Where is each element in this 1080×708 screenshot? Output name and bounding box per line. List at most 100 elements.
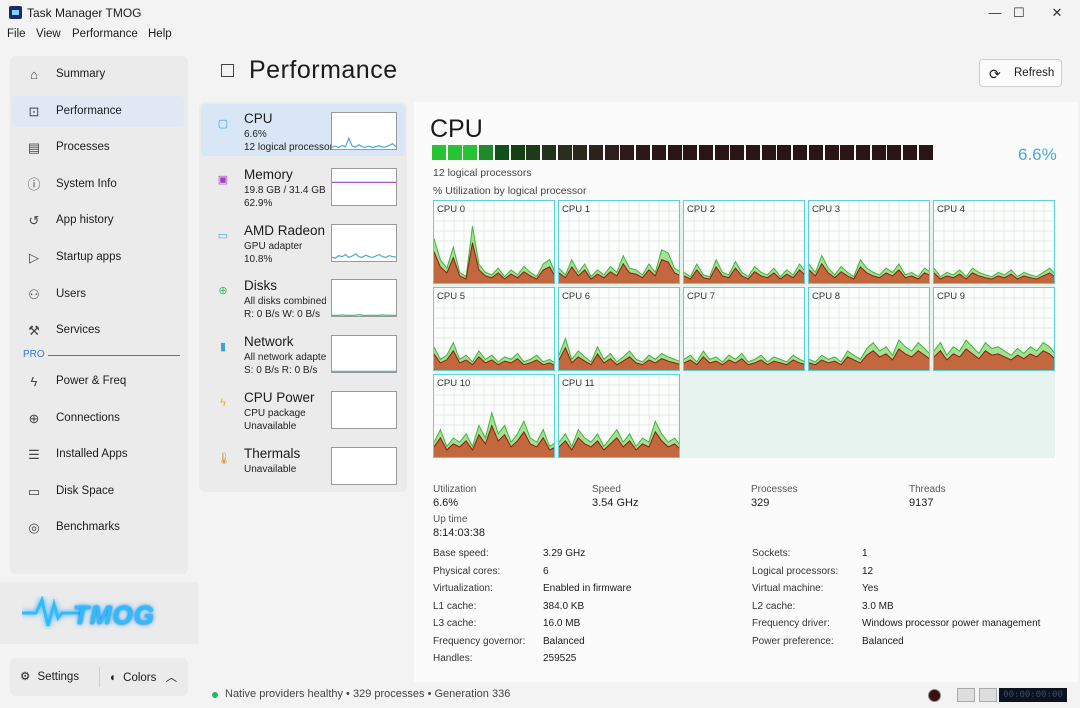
- spec-label: Virtual machine:: [752, 583, 824, 594]
- logical-processors-label: 12 logical processors: [433, 167, 532, 179]
- usage-segment: [824, 145, 839, 160]
- gpu-icon: ▭: [217, 229, 229, 242]
- sidebar-item-benchmarks[interactable]: ◎ Benchmarks: [12, 512, 184, 543]
- resource-name: Network: [244, 334, 294, 350]
- spec-label: Physical cores:: [433, 565, 501, 577]
- settings-button[interactable]: ⚙ Settings: [20, 669, 79, 683]
- sidebar-item-label: Connections: [56, 411, 120, 424]
- resource-detail: GPU adapter: [244, 240, 303, 252]
- sidebar-item-label: Power & Freq: [56, 375, 127, 387]
- window-title: Task Manager TMOG: [27, 6, 142, 20]
- core-label: CPU 4: [937, 204, 965, 215]
- home-icon: ⌂: [30, 67, 38, 82]
- resource-sparkline: [331, 112, 397, 150]
- spec-label: L3 cache:: [433, 618, 477, 629]
- sidebar-item-performance[interactable]: ⊡ Performance: [12, 95, 184, 127]
- sidebar-item-power-freq[interactable]: ϟ Power & Freq: [12, 366, 184, 397]
- sidebar-item-users[interactable]: ⚇ Users: [12, 279, 184, 310]
- resource-item-memory[interactable]: ▣ Memory 19.8 GB / 31.4 GB 62.9%: [201, 160, 405, 212]
- thermometer-icon: 🌡: [217, 452, 231, 465]
- sidebar-item-services[interactable]: ⚒ Services: [12, 315, 184, 346]
- sidebar-item-processes[interactable]: ▤ Processes: [12, 132, 184, 163]
- sparkline-graph: [331, 136, 397, 149]
- stat-label: Processes: [751, 484, 798, 495]
- resource-detail: 19.8 GB / 31.4 GB: [244, 184, 326, 196]
- logo-text: TMOG: [73, 600, 155, 630]
- menu-file[interactable]: File: [7, 28, 26, 40]
- resource-value: 10.8%: [244, 253, 273, 265]
- usage-segment: [604, 145, 619, 160]
- usage-segment: [918, 145, 933, 160]
- resource-name: CPU Power: [244, 390, 315, 405]
- spec-value: 12: [862, 565, 874, 577]
- cpu-core-graph: CPU 0: [433, 200, 555, 284]
- cpu-core-graph: CPU 1: [558, 200, 680, 284]
- sidebar-item-connections[interactable]: ⊕ Connections: [12, 403, 184, 434]
- resource-item-cpu[interactable]: ▢ CPU 6.6% 12 logical processors: [201, 104, 405, 156]
- sidebar-item-label: Installed Apps: [56, 448, 128, 461]
- usage-segment: [730, 145, 745, 160]
- sidebar-item-installed-apps[interactable]: ☰ Installed Apps: [12, 439, 184, 470]
- sidebar-item-startup-apps[interactable]: ▷ Startup apps: [12, 242, 184, 273]
- resource-item-thermals[interactable]: 🌡 Thermals Unavailable: [201, 439, 405, 491]
- spec-label: Sockets:: [752, 548, 791, 559]
- resource-value: 62.9%: [244, 197, 273, 209]
- usage-segment: [651, 145, 666, 160]
- spec-label: Handles:: [433, 653, 473, 664]
- sidebar-item-system-info[interactable]: ⓘ System Info: [12, 169, 184, 200]
- history-icon: ↺: [28, 213, 40, 229]
- page-title: Performance: [249, 56, 398, 84]
- close-button[interactable]: ✕: [1034, 0, 1080, 26]
- stat-label: Threads: [909, 484, 946, 495]
- sidebar-item-label: Summary: [56, 68, 106, 80]
- stop-button[interactable]: [957, 688, 975, 702]
- timer-display: 00:00:00:00: [999, 688, 1067, 702]
- power-icon: ϟ: [30, 374, 38, 389]
- app-icon: [9, 6, 22, 19]
- sidebar-item-label: Disk Space: [56, 484, 115, 497]
- usage-segment: [714, 145, 729, 160]
- refresh-button[interactable]: ⟳ Refresh: [979, 59, 1062, 87]
- cpu-core-graph: CPU 7: [683, 287, 805, 371]
- spec-label: Frequency driver:: [752, 618, 830, 629]
- sparkline-graph: [332, 181, 396, 183]
- resource-value: S: 0 B/s R: 0 B/s: [244, 365, 318, 377]
- sidebar-item-app-history[interactable]: ↺ App history: [12, 205, 184, 236]
- usage-segment: [746, 145, 760, 160]
- menu-help[interactable]: Help: [148, 28, 172, 40]
- usage-segment: [793, 145, 808, 160]
- spec-value: 6: [543, 565, 549, 577]
- resource-value: R: 0 B/s W: 0 B/s: [244, 309, 320, 321]
- resource-name: Memory: [244, 166, 293, 182]
- usage-segment: [840, 145, 855, 160]
- usage-segment: [903, 145, 917, 160]
- status-text: Native providers healthy • 329 processes…: [225, 688, 511, 700]
- colors-button[interactable]: ◐ Colors ︿: [110, 669, 177, 685]
- sidebar-item-disk-space[interactable]: ▭ Disk Space: [12, 476, 184, 507]
- core-label: CPU 8: [812, 291, 840, 302]
- cpu-core-graph: CPU 8: [808, 287, 930, 371]
- menu-performance[interactable]: Performance: [72, 28, 138, 40]
- sidebar-item-summary[interactable]: ⌂ Summary: [12, 59, 184, 90]
- title-bar: Task Manager TMOG — ☐ ✕: [0, 0, 1080, 26]
- status-bar: [0, 684, 1080, 708]
- usage-segment: [761, 145, 776, 160]
- stat-label: Speed: [592, 484, 621, 495]
- resource-sparkline: [331, 279, 397, 318]
- pause-button[interactable]: [979, 688, 997, 702]
- resource-item-amd-radeon[interactable]: ▭ AMD Radeon GPU adapter 10.8%: [201, 216, 405, 268]
- spec-label: Virtualization:: [433, 583, 493, 594]
- usage-segment: [541, 145, 556, 160]
- record-button[interactable]: [928, 689, 941, 702]
- resource-item-disks[interactable]: ⊕ Disks All disks combined R: 0 B/s W: 0 B/…: [201, 271, 405, 323]
- cpu-core-graph: CPU 4: [933, 200, 1055, 284]
- resource-item-cpu-power[interactable]: ϟ CPU Power CPU package Unavailable: [201, 383, 405, 435]
- resource-name: CPU: [244, 111, 273, 126]
- sidebar-item-label: Benchmarks: [56, 521, 120, 534]
- menu-view[interactable]: View: [36, 28, 61, 40]
- resource-item-network[interactable]: ▮ Network All network adapters S: 0 B/s R: …: [201, 327, 405, 379]
- spec-value: Balanced: [862, 635, 904, 647]
- resource-sparkline: [331, 391, 397, 429]
- pro-section-label: PRO: [23, 349, 45, 360]
- sidebar-item-label: Services: [56, 324, 101, 337]
